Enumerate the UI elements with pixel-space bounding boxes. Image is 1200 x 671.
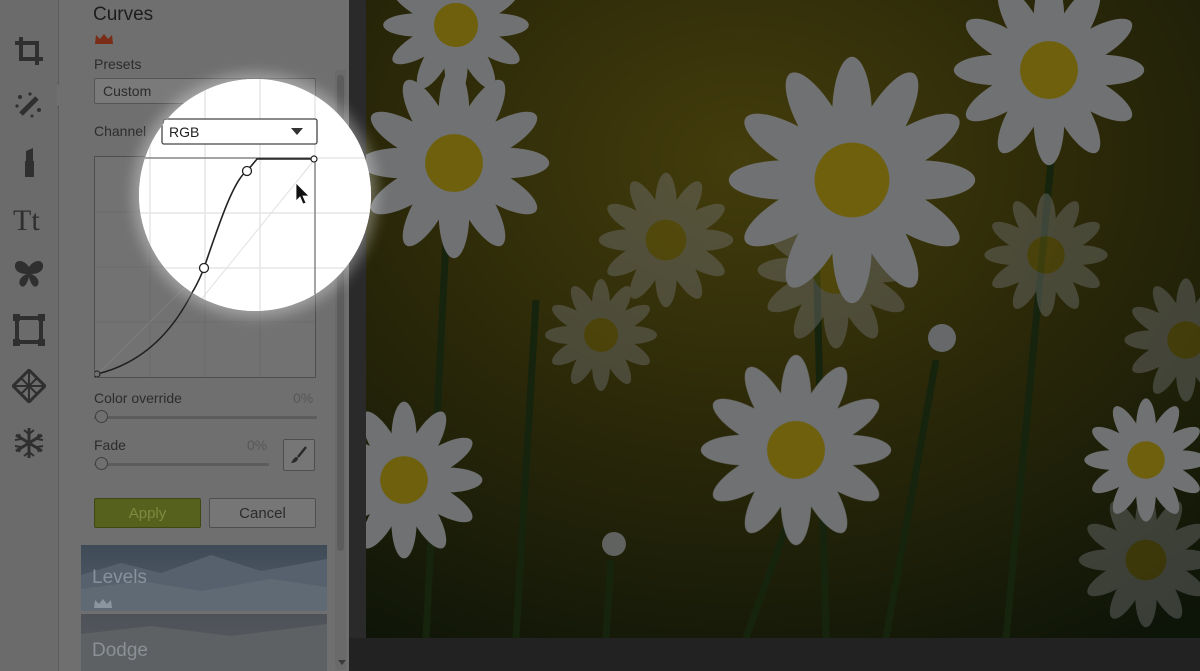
channel-label: Channel (94, 123, 147, 139)
presets-dropdown-value: Custom (103, 83, 152, 99)
brush-button[interactable] (283, 439, 315, 471)
color-override-slider-handle[interactable] (95, 410, 108, 423)
fade-value: 0% (247, 437, 268, 453)
spotlight-magnifier: RGB Channel (139, 79, 371, 311)
lipstick-icon[interactable] (9, 142, 49, 182)
snowflake-icon[interactable] (9, 423, 49, 463)
paintbrush-icon (291, 446, 307, 463)
magnified-channel-value: RGB (169, 124, 199, 140)
curve-point[interactable] (94, 370, 101, 377)
apply-button[interactable]: Apply (94, 498, 201, 528)
dim-overlay (366, 0, 1200, 638)
crop-icon[interactable] (9, 31, 49, 71)
color-override-slider[interactable] (94, 416, 317, 419)
magic-wand-icon[interactable] (9, 86, 49, 126)
curve-point[interactable] (310, 155, 318, 163)
fade-label: Fade (94, 437, 126, 453)
butterfly-icon[interactable] (9, 254, 49, 294)
frame-icon[interactable] (9, 310, 49, 350)
presets-label: Presets (94, 56, 142, 72)
color-override-value: 0% (293, 390, 314, 406)
canvas-gutter (349, 0, 366, 638)
premium-crown-icon (95, 34, 113, 44)
text-icon[interactable]: Tt (9, 198, 49, 238)
curve-point[interactable] (241, 165, 253, 177)
scroll-down-arrow-icon[interactable] (338, 660, 346, 665)
effect-levels-thumbnail[interactable]: Levels (81, 545, 327, 611)
svg-text:Tt: Tt (13, 204, 40, 235)
photo-canvas[interactable] (366, 0, 1200, 638)
effect-dodge-label: Dodge (92, 640, 148, 661)
fade-slider[interactable] (94, 463, 269, 466)
texture-icon[interactable] (9, 366, 49, 406)
tool-rail: Tt (0, 0, 59, 671)
cancel-button[interactable]: Cancel (209, 498, 316, 528)
fade-slider-handle[interactable] (95, 457, 108, 470)
effect-levels-label: Levels (92, 567, 147, 588)
panel-title: Curves (93, 4, 154, 25)
color-override-label: Color override (94, 390, 182, 406)
premium-crown-icon (94, 599, 112, 608)
canvas-bottom-bar (349, 638, 1200, 671)
curve-point[interactable] (198, 262, 210, 274)
effect-dodge-thumbnail[interactable]: Dodge (81, 614, 327, 671)
